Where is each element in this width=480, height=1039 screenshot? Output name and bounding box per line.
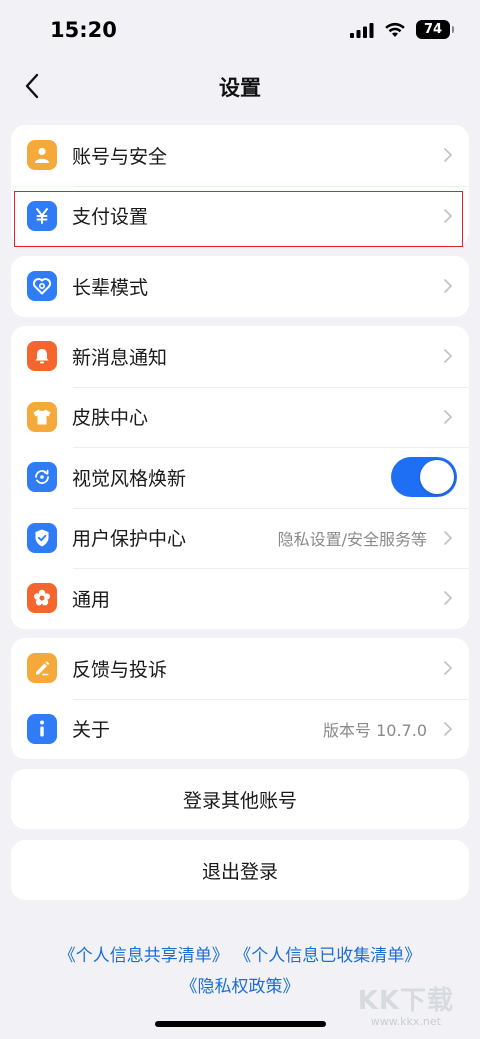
row-skin-center[interactable]: 皮肤中心 (11, 386, 469, 448)
visual-style-toggle[interactable] (391, 457, 457, 497)
row-account-security[interactable]: 账号与安全 (11, 125, 469, 186)
yuan-icon (27, 200, 57, 231)
row-notifications[interactable]: 新消息通知 (11, 326, 469, 387)
page-title: 设置 (219, 76, 261, 100)
row-label: 通用 (72, 588, 111, 611)
toggle-knob (420, 460, 454, 494)
watermark-logo: KK下载 (357, 986, 454, 1016)
row-label: 长辈模式 (72, 276, 149, 299)
home-indicator (155, 1021, 326, 1027)
row-label: 反馈与投诉 (72, 658, 168, 681)
switch-account-button[interactable]: 登录其他账号 (11, 769, 469, 829)
row-general[interactable]: 通用 (11, 568, 469, 629)
watermark: KK下载 www.kkx.net (358, 980, 454, 1028)
battery-level: 74 (423, 22, 443, 37)
person-icon (27, 140, 57, 170)
row-label: 新消息通知 (72, 346, 168, 369)
settings-group-general: 新消息通知 皮肤中心 视觉风格焕新 用户保护中心 隐私设置/安全服务等 通用 (11, 326, 469, 629)
row-user-protection[interactable]: 用户保护中心 隐私设置/安全服务等 (11, 507, 469, 569)
row-label: 皮肤中心 (72, 407, 149, 430)
wifi-icon (385, 22, 405, 37)
shared-info-list-link[interactable]: 《个人信息共享清单》 (59, 946, 229, 966)
policy-links: 《个人信息共享清单》 《个人信息已收集清单》 (0, 941, 480, 966)
heart-icon (27, 271, 57, 301)
settings-group-account: 账号与安全 支付设置 (11, 125, 469, 246)
logout-button[interactable]: 退出登录 (11, 840, 469, 900)
chevron-right-icon (444, 530, 452, 545)
nav-bar: 设置 (0, 60, 480, 112)
row-elder-mode[interactable]: 长辈模式 (11, 256, 469, 317)
collected-info-list-link[interactable]: 《个人信息已收集清单》 (234, 946, 421, 966)
refresh-icon (27, 462, 57, 492)
battery-indicator: 74 (416, 20, 454, 39)
signal-icon (350, 22, 374, 38)
row-label: 用户保护中心 (72, 528, 187, 551)
info-icon (27, 713, 57, 744)
row-value: 版本号 10.7.0 (323, 720, 427, 740)
row-label: 账号与安全 (72, 145, 168, 168)
chevron-right-icon (444, 409, 452, 424)
row-payment-settings[interactable]: 支付设置 (11, 185, 469, 247)
settings-group-about: 反馈与投诉 关于 版本号 10.7.0 (11, 638, 469, 759)
shield-icon (27, 522, 57, 553)
row-label: 支付设置 (72, 206, 149, 229)
status-bar: 15:20 74 (0, 0, 480, 60)
row-visual-style[interactable]: 视觉风格焕新 (11, 447, 469, 508)
privacy-policy-link[interactable]: 《隐私权政策》 (181, 977, 300, 997)
tshirt-icon (27, 401, 57, 432)
row-value: 隐私设置/安全服务等 (277, 529, 427, 549)
chevron-right-icon (444, 208, 452, 223)
status-time: 15:20 (50, 18, 117, 42)
row-about[interactable]: 关于 版本号 10.7.0 (11, 698, 469, 760)
pencil-icon (27, 653, 57, 683)
watermark-url: www.kkx.net (370, 1015, 441, 1028)
chevron-right-icon (444, 661, 452, 675)
chevron-right-icon (444, 349, 452, 363)
status-icons: 74 (350, 20, 454, 39)
chevron-right-icon (444, 721, 452, 736)
bell-icon (27, 341, 57, 371)
row-feedback[interactable]: 反馈与投诉 (11, 638, 469, 699)
row-label: 视觉风格焕新 (72, 467, 187, 490)
chevron-right-icon (444, 591, 452, 605)
chevron-right-icon (444, 279, 452, 293)
row-label: 关于 (72, 719, 111, 742)
flower-icon (27, 583, 57, 613)
chevron-right-icon (444, 148, 452, 162)
settings-group-elder: 长辈模式 (11, 256, 469, 317)
